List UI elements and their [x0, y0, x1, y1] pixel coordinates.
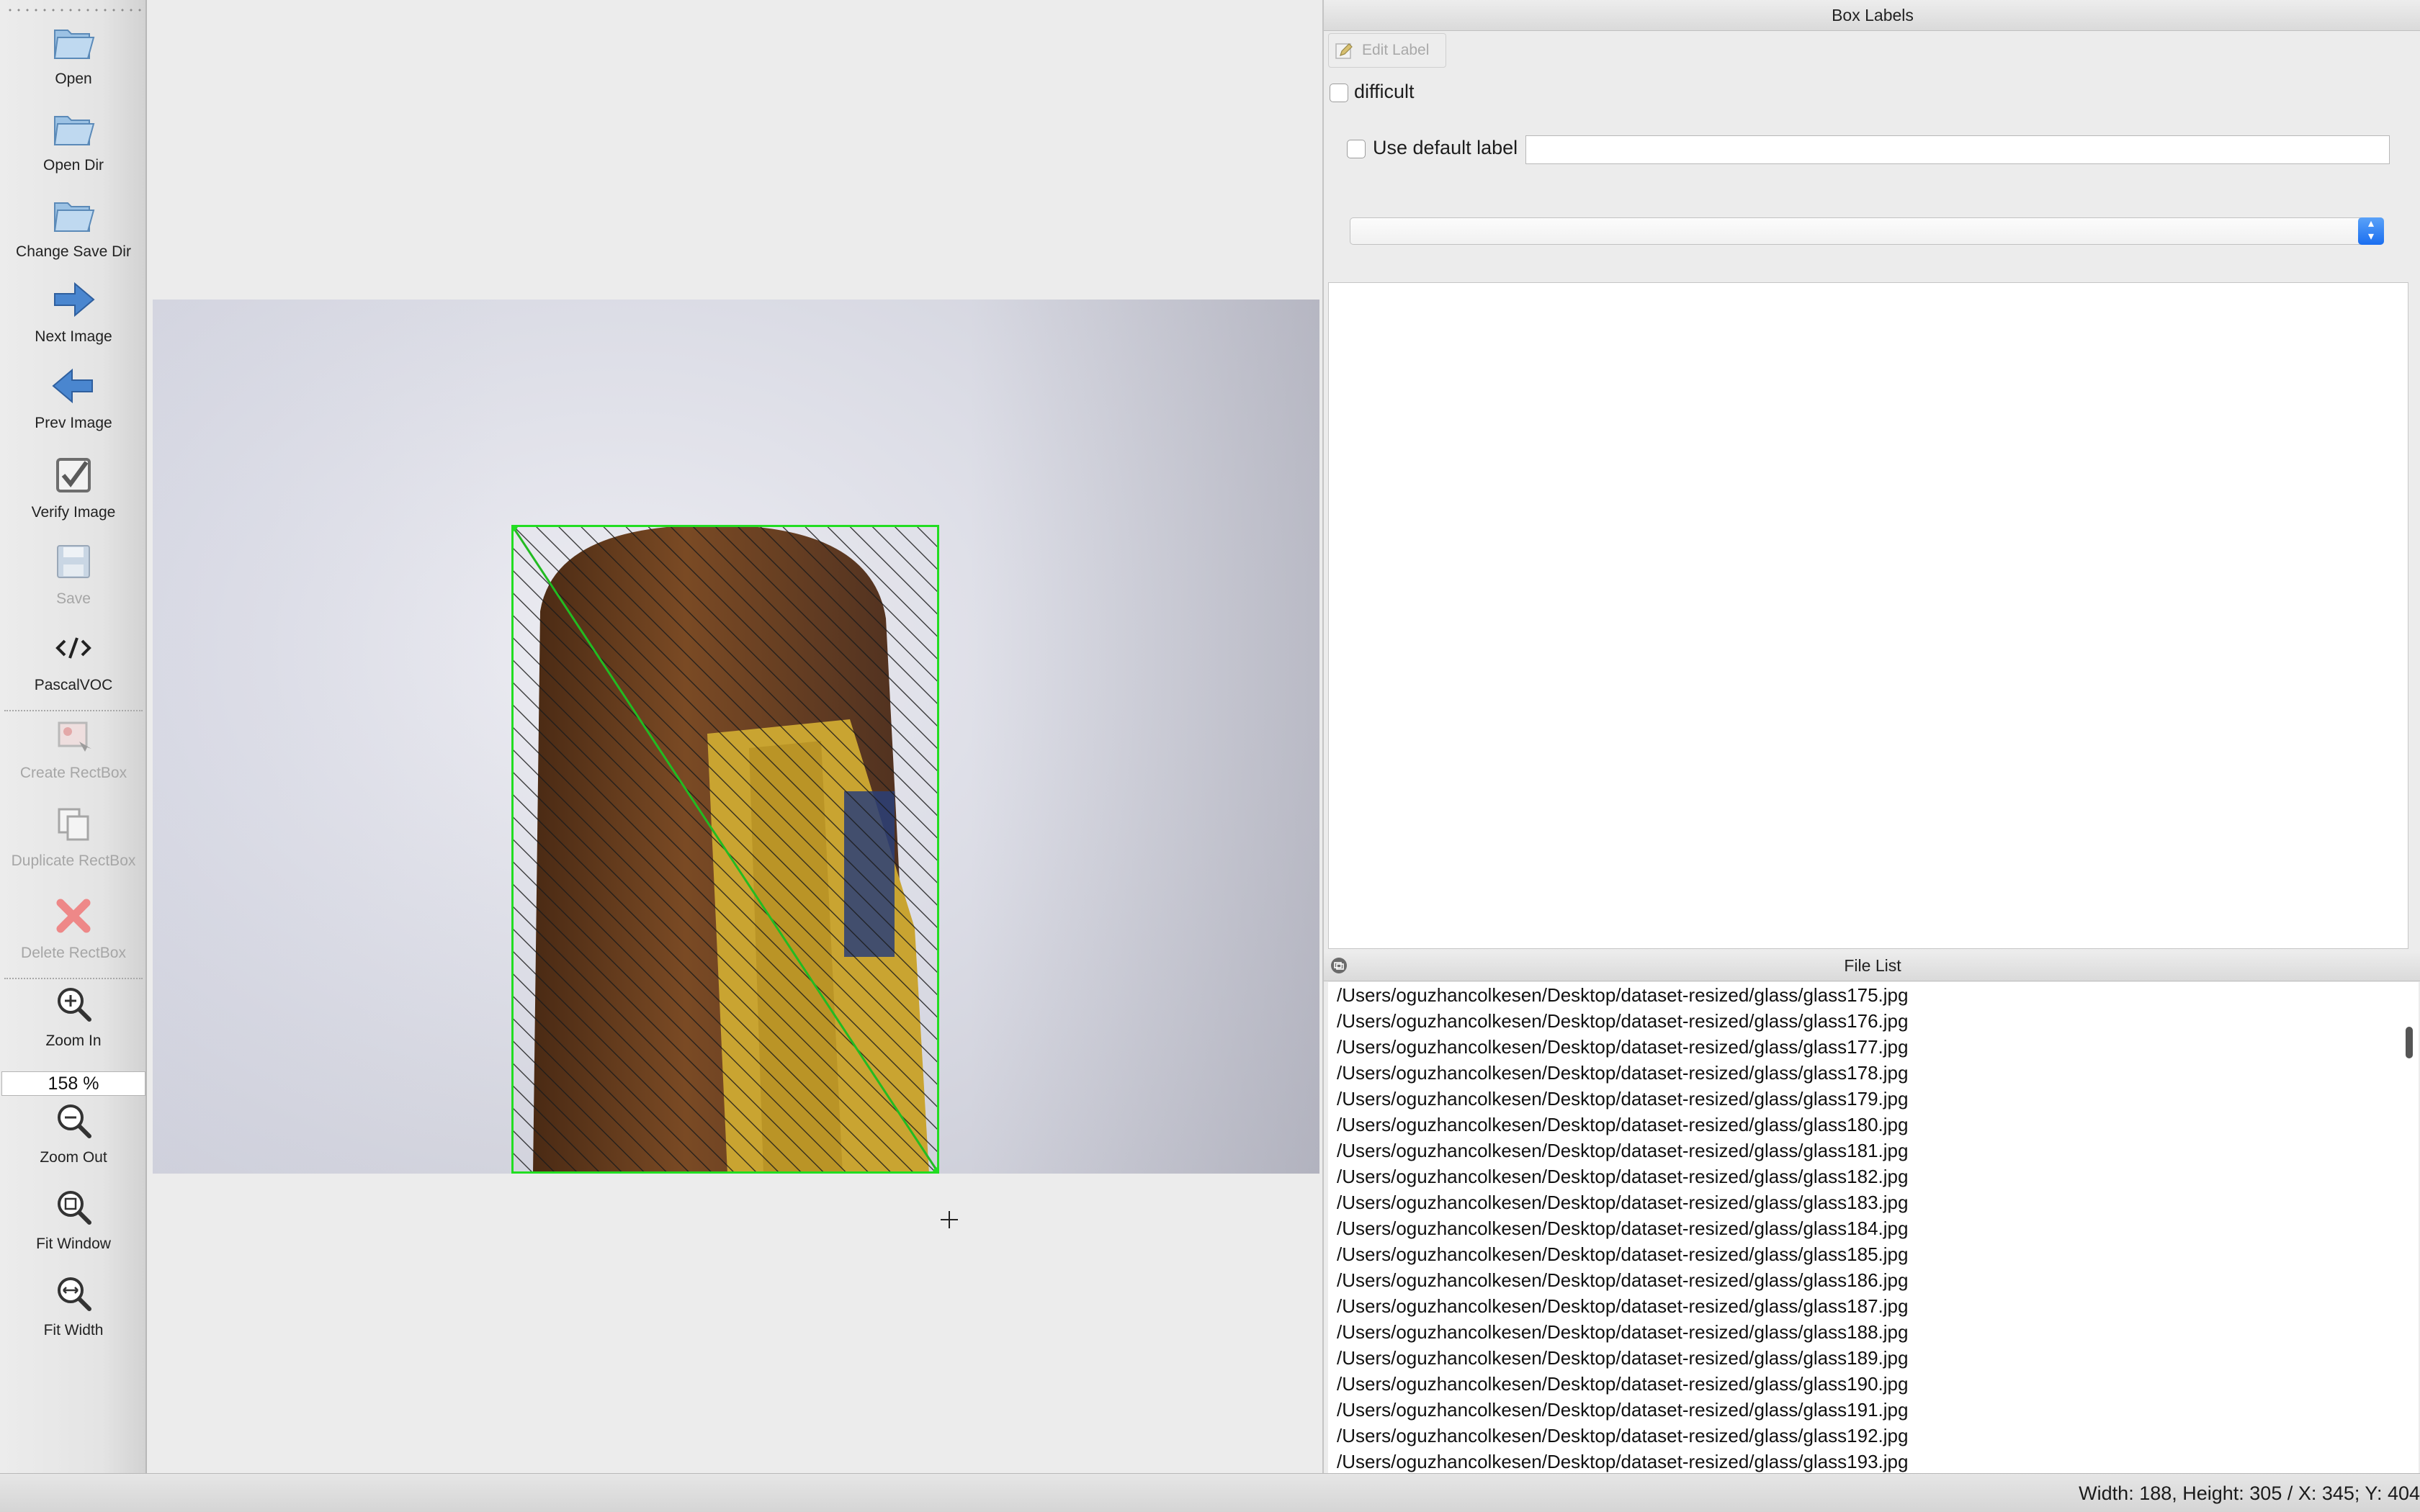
file-list-item[interactable]: /Users/oguzhancolkesen/Desktop/dataset-r…: [1328, 1397, 2419, 1423]
duplicate-rectbox-label: Duplicate RectBox: [11, 852, 136, 869]
verify-image-button[interactable]: Verify Image: [0, 449, 147, 521]
file-list-item[interactable]: /Users/oguzhancolkesen/Desktop/dataset-r…: [1328, 1371, 2419, 1397]
file-list-item[interactable]: /Users/oguzhancolkesen/Desktop/dataset-r…: [1328, 1267, 2419, 1293]
next-image-button[interactable]: Next Image: [0, 274, 147, 346]
save-button[interactable]: Save: [0, 536, 147, 608]
label-list[interactable]: [1328, 282, 2408, 949]
next-image-label: Next Image: [35, 328, 112, 345]
format-button[interactable]: PascalVOC: [0, 622, 147, 694]
copy-icon: [58, 808, 89, 841]
file-list-item[interactable]: /Users/oguzhancolkesen/Desktop/dataset-r…: [1328, 1293, 2419, 1319]
open-label: Open: [55, 71, 92, 87]
zoom-out-label: Zoom Out: [40, 1149, 107, 1166]
delete-rectbox-label: Delete RectBox: [21, 945, 126, 961]
difficult-label: difficult: [1354, 81, 1415, 102]
zoom-out-button[interactable]: Zoom Out: [0, 1094, 147, 1166]
file-list-title: File List: [1844, 956, 1901, 975]
box-labels-title: Box Labels: [1324, 0, 2420, 31]
fit-window-label: Fit Window: [36, 1236, 111, 1252]
use-default-label-checkbox[interactable]: [1347, 140, 1366, 158]
arrow-left-icon: [52, 368, 93, 404]
edit-label-button[interactable]: Edit Label: [1328, 33, 1446, 68]
file-list-item[interactable]: /Users/oguzhancolkesen/Desktop/dataset-r…: [1328, 1345, 2419, 1371]
file-list-item[interactable]: /Users/oguzhancolkesen/Desktop/dataset-r…: [1328, 1086, 2419, 1112]
file-list-item[interactable]: /Users/oguzhancolkesen/Desktop/dataset-r…: [1328, 1034, 2419, 1060]
file-list-item[interactable]: /Users/oguzhancolkesen/Desktop/dataset-r…: [1328, 1164, 2419, 1189]
crosshair-cursor-icon: [941, 1211, 958, 1228]
checkbox-check-icon: [56, 458, 91, 492]
folder-open-icon: [53, 30, 95, 59]
open-dir-label: Open Dir: [42, 157, 104, 174]
file-list-item[interactable]: /Users/oguzhancolkesen/Desktop/dataset-r…: [1328, 1138, 2419, 1164]
float-dock-icon[interactable]: [1330, 956, 1348, 975]
difficult-checkbox[interactable]: [1330, 84, 1348, 102]
fit-width-button[interactable]: Fit Width: [0, 1267, 147, 1339]
create-rectbox-button[interactable]: Create RectBox: [0, 710, 147, 782]
delete-x-icon: [56, 899, 91, 933]
image-canvas[interactable]: [147, 0, 1322, 1473]
file-list-item[interactable]: /Users/oguzhancolkesen/Desktop/dataset-r…: [1328, 982, 2419, 1008]
annotated-image[interactable]: [153, 300, 1319, 1174]
file-list-item[interactable]: /Users/oguzhancolkesen/Desktop/dataset-r…: [1328, 1319, 2419, 1345]
prev-image-label: Prev Image: [35, 415, 112, 431]
file-list-item[interactable]: /Users/oguzhancolkesen/Desktop/dataset-r…: [1328, 1449, 2419, 1473]
folder-open-icon: [53, 116, 95, 145]
file-list-item[interactable]: /Users/oguzhancolkesen/Desktop/dataset-r…: [1328, 1112, 2419, 1138]
file-list-scrollbar[interactable]: [2406, 1027, 2413, 1058]
label-combobox[interactable]: ▴ ▾: [1350, 217, 2384, 245]
file-list-item[interactable]: /Users/oguzhancolkesen/Desktop/dataset-r…: [1328, 1008, 2419, 1034]
duplicate-rectbox-button[interactable]: Duplicate RectBox: [0, 798, 147, 870]
edit-pencil-icon: [1335, 43, 1353, 59]
fit-width-icon: [58, 1277, 91, 1311]
toolbar-grip[interactable]: [6, 9, 143, 12]
use-default-label-text: Use default label: [1373, 137, 1518, 158]
file-list-item[interactable]: /Users/oguzhancolkesen/Desktop/dataset-r…: [1328, 1060, 2419, 1086]
arrow-right-icon: [54, 282, 95, 318]
fit-window-button[interactable]: Fit Window: [0, 1181, 147, 1253]
change-save-dir-button[interactable]: Change Save Dir: [0, 189, 147, 261]
zoom-in-button[interactable]: Zoom In: [0, 978, 147, 1050]
chevron-up-down-icon[interactable]: ▴ ▾: [2358, 217, 2384, 245]
file-list-item[interactable]: /Users/oguzhancolkesen/Desktop/dataset-r…: [1328, 1423, 2419, 1449]
fit-width-label: Fit Width: [43, 1322, 104, 1338]
zoom-in-label: Zoom In: [45, 1032, 102, 1049]
floppy-disk-icon: [57, 545, 90, 578]
create-box-icon: [58, 721, 91, 752]
zoom-in-icon: [58, 988, 91, 1022]
zoom-out-icon: [58, 1104, 91, 1138]
right-dock: Box Labels Edit Label difficult Use defa…: [1322, 0, 2420, 1473]
default-label-input[interactable]: [1525, 135, 2390, 164]
fit-window-icon: [58, 1191, 91, 1225]
file-list-item[interactable]: /Users/oguzhancolkesen/Desktop/dataset-r…: [1328, 1215, 2419, 1241]
status-bar: Width: 188, Height: 305 / X: 345; Y: 404: [0, 1473, 2420, 1512]
prev-image-button[interactable]: Prev Image: [0, 360, 147, 432]
status-text: Width: 188, Height: 305 / X: 345; Y: 404: [2079, 1482, 2420, 1504]
bottle-photo-with-bounding-box[interactable]: [511, 525, 939, 1174]
change-save-dir-label: Change Save Dir: [16, 243, 131, 260]
create-rectbox-label: Create RectBox: [19, 765, 127, 781]
file-list-item[interactable]: /Users/oguzhancolkesen/Desktop/dataset-r…: [1328, 1189, 2419, 1215]
open-dir-button[interactable]: Open Dir: [0, 102, 147, 174]
toolbar: Open Open Dir Change Save Dir Next Image…: [0, 0, 147, 1473]
file-list-title-bar: File List: [1324, 950, 2420, 981]
save-label: Save: [56, 590, 91, 607]
format-label: PascalVOC: [34, 677, 113, 693]
edit-label-text: Edit Label: [1362, 42, 1430, 58]
verify-image-label: Verify Image: [31, 504, 116, 521]
zoom-level-spinbox[interactable]: 158 %: [1, 1071, 145, 1096]
folder-open-icon: [53, 202, 95, 232]
code-icon: [55, 637, 91, 659]
delete-rectbox-button[interactable]: Delete RectBox: [0, 890, 147, 962]
open-button[interactable]: Open: [0, 16, 147, 88]
file-list[interactable]: /Users/oguzhancolkesen/Desktop/dataset-r…: [1328, 982, 2419, 1473]
file-list-item[interactable]: /Users/oguzhancolkesen/Desktop/dataset-r…: [1328, 1241, 2419, 1267]
